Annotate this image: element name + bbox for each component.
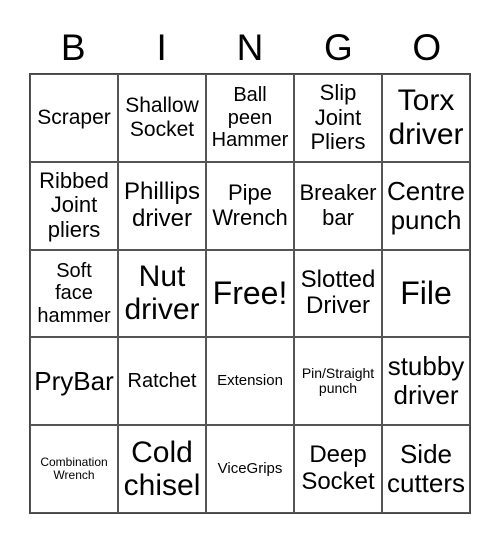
header-letter-b: B [60,27,86,68]
bingo-cell[interactable]: Centre punch [382,161,470,250]
header-letter-n: N [236,27,264,68]
header-letter-g: G [323,27,353,68]
bingo-cell[interactable]: Combination Wrench [30,425,118,513]
bingo-cell[interactable]: PryBar [30,337,118,426]
bingo-cell[interactable]: stubby driver [382,337,470,426]
bingo-cell[interactable]: Nut driver [118,249,206,338]
bingo-cell[interactable]: Slip Joint Pliers [294,74,382,162]
bingo-cell[interactable]: ViceGrips [206,425,294,513]
bingo-cell[interactable]: Shallow Socket [118,74,206,162]
bingo-grid: Scraper Shallow Socket Ball peen Hammer … [29,73,471,514]
bingo-cell[interactable]: Pin/Straight punch [294,337,382,426]
bingo-cell[interactable]: Breaker bar [294,161,382,250]
bingo-cell[interactable]: Pipe Wrench [206,161,294,250]
bingo-cell[interactable]: Ball peen Hammer [206,74,294,162]
bingo-cell[interactable]: File [382,249,470,338]
bingo-cell[interactable]: Torx driver [382,74,470,162]
bingo-cell[interactable]: Ribbed Joint pliers [30,161,118,250]
bingo-cell[interactable]: Deep Socket [294,425,382,513]
bingo-cell[interactable]: Ratchet [118,337,206,426]
bingo-cell[interactable]: Side cutters [382,425,470,513]
bingo-cell[interactable]: Cold chisel [118,425,206,513]
bingo-cell[interactable]: Phillips driver [118,161,206,250]
bingo-header: B I N G O [29,26,471,70]
header-letter-i: I [156,27,167,68]
bingo-cell[interactable]: Soft face hammer [30,249,118,338]
bingo-cell[interactable]: Extension [206,337,294,426]
bingo-cell[interactable]: Scraper [30,74,118,162]
header-letter-o: O [412,27,442,68]
bingo-cell[interactable]: Slotted Driver [294,249,382,338]
bingo-cell[interactable]: Free! [206,249,294,338]
